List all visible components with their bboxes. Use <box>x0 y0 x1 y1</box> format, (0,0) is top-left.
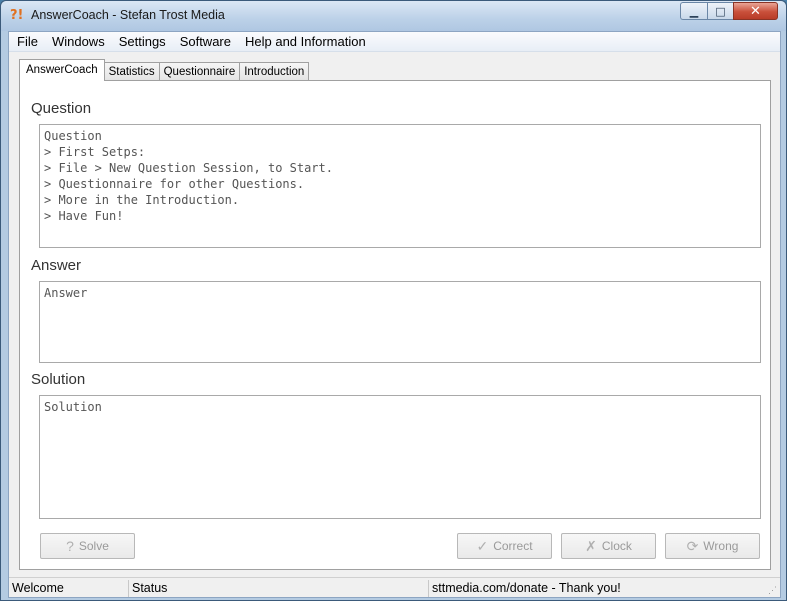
correct-button-label: Correct <box>493 539 533 553</box>
status-bar: Welcome Status sttmedia.com/donate - Tha… <box>9 577 780 597</box>
tab-strip: AnswerCoach Statistics Questionnaire Int… <box>19 59 310 81</box>
resize-grip-icon[interactable]: ⋰ <box>768 585 778 595</box>
correct-button[interactable]: ✓ Correct <box>457 533 552 559</box>
answer-label: Answer <box>31 257 82 274</box>
window-controls: ▁ □ ✕ <box>680 2 778 20</box>
menu-windows[interactable]: Windows <box>45 32 112 52</box>
status-donate[interactable]: sttmedia.com/donate - Thank you! <box>429 580 769 597</box>
question-label: Question <box>31 100 92 117</box>
menu-help[interactable]: Help and Information <box>238 32 373 52</box>
answercoach-panel: Question Question > First Setps: > File … <box>19 80 771 570</box>
solution-textarea[interactable]: Solution <box>39 395 761 519</box>
refresh-icon: ⟳ <box>686 537 699 554</box>
menu-file[interactable]: File <box>10 32 45 52</box>
wrong-button-label: Wrong <box>703 539 739 553</box>
maximize-button[interactable]: □ <box>707 2 733 20</box>
solve-button[interactable]: ? Solve <box>40 533 135 559</box>
menu-settings[interactable]: Settings <box>112 32 173 52</box>
tab-introduction[interactable]: Introduction <box>239 62 310 81</box>
tab-answercoach[interactable]: AnswerCoach <box>19 59 105 81</box>
solution-label: Solution <box>31 371 86 388</box>
status-welcome: Welcome <box>9 580 129 597</box>
window-title: AnswerCoach - Stefan Trost Media <box>31 8 225 22</box>
title-bar[interactable]: ?! AnswerCoach - Stefan Trost Media ▁ □ … <box>1 1 786 31</box>
answer-textarea[interactable]: Answer <box>39 281 761 363</box>
question-icon: ? <box>66 538 74 554</box>
menu-bar: File Windows Settings Software Help and … <box>9 32 780 52</box>
question-textarea[interactable]: Question > First Setps: > File > New Que… <box>39 124 761 248</box>
clock-button-label: Clock <box>601 539 632 553</box>
cross-icon: ✗ <box>585 537 597 554</box>
wrong-button[interactable]: ⟳ Wrong <box>665 533 760 559</box>
menu-software[interactable]: Software <box>173 32 238 52</box>
tab-statistics[interactable]: Statistics <box>103 62 160 81</box>
close-button[interactable]: ✕ <box>733 2 778 20</box>
app-window: ?! AnswerCoach - Stefan Trost Media ▁ □ … <box>0 0 787 601</box>
status-text: Status <box>129 580 429 597</box>
tab-questionnaire[interactable]: Questionnaire <box>158 62 241 81</box>
solve-button-label: Solve <box>78 539 109 553</box>
client-area: File Windows Settings Software Help and … <box>8 31 781 598</box>
app-logo-icon: ?! <box>10 8 24 23</box>
clock-button[interactable]: ✗ Clock <box>561 533 656 559</box>
checkmark-icon: ✓ <box>476 537 489 554</box>
minimize-button[interactable]: ▁ <box>680 2 707 20</box>
